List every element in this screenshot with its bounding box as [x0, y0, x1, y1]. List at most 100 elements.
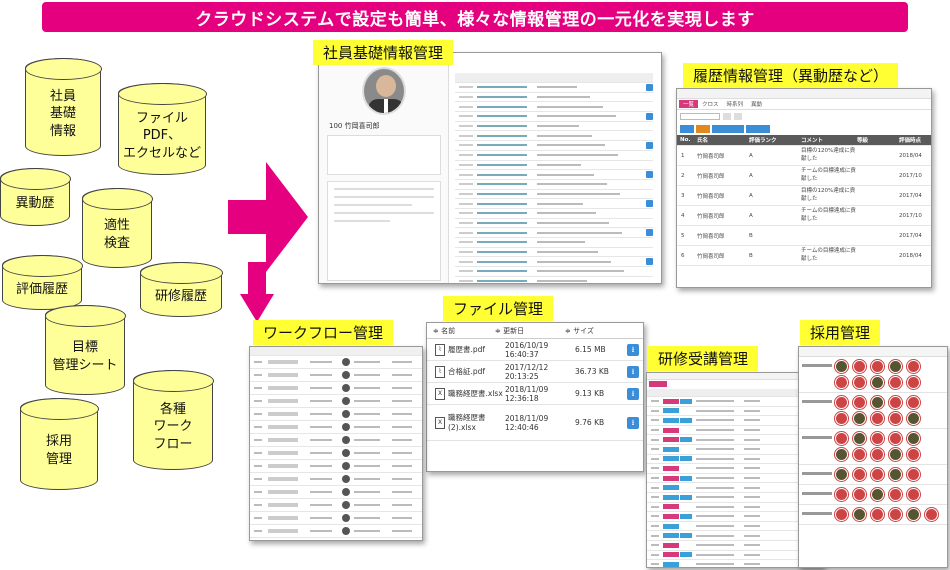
- tab-timeline[interactable]: 時系列: [723, 100, 748, 108]
- candidate-avatar-icon[interactable]: [907, 448, 920, 461]
- candidate-avatar-icon[interactable]: [853, 396, 866, 409]
- history-row: 2 竹岡喜司郎 A チームの目標達成に貢献した 2017/10: [677, 166, 931, 186]
- cylinder-label: ファイル PDF、 エクセルなど: [122, 110, 201, 161]
- file-name[interactable]: 職務経歴書.xlsx: [448, 389, 505, 398]
- file-name[interactable]: 履歴書.pdf: [448, 345, 505, 354]
- candidate-avatar-icon[interactable]: [853, 448, 866, 461]
- candidate-avatar-icon[interactable]: [889, 376, 902, 389]
- candidate-avatar-icon[interactable]: [925, 508, 938, 521]
- candidate-avatar-icon[interactable]: [871, 376, 884, 389]
- recruit-stage: [799, 465, 947, 485]
- candidate-avatar-icon[interactable]: [835, 376, 848, 389]
- candidate-avatar-icon[interactable]: [889, 396, 902, 409]
- candidate-avatar-icon[interactable]: [889, 468, 902, 481]
- tr-tag: [680, 513, 692, 519]
- wf-no: [254, 426, 262, 428]
- field-value: [537, 163, 581, 166]
- file-name[interactable]: 職務経歴書 (2).xlsx: [448, 413, 505, 432]
- candidate-avatar-icon[interactable]: [835, 412, 848, 425]
- candidate-avatar-icon[interactable]: [853, 376, 866, 389]
- candidate-avatar-icon[interactable]: [871, 360, 884, 373]
- file-row[interactable]: X 職務経歴書.xlsx 2018/11/09 12:36:18 9.13 KB ⭳: [427, 383, 643, 405]
- candidate-avatar-icon[interactable]: [853, 360, 866, 373]
- user-avatar: [342, 462, 350, 470]
- download-icon[interactable]: ⭳: [627, 343, 639, 356]
- candidate-avatar-icon[interactable]: [853, 488, 866, 501]
- candidate-avatar-icon[interactable]: [835, 508, 848, 521]
- history-name: 竹岡喜司郎: [697, 193, 725, 200]
- file-updated: 2017/12/12 20:13:25: [505, 362, 549, 381]
- candidate-avatar-icon[interactable]: [871, 396, 884, 409]
- file-row[interactable]: ⌇ 履歴書.pdf 2016/10/19 16:40:37 6.15 MB ⭳: [427, 339, 643, 361]
- recruit-candidate-line: [835, 448, 920, 461]
- candidate-avatar-icon[interactable]: [871, 468, 884, 481]
- tr-tag: [663, 446, 679, 452]
- excel-file-icon: X: [435, 416, 445, 429]
- candidate-avatar-icon[interactable]: [889, 488, 902, 501]
- label-workflow: ワークフロー管理: [253, 320, 394, 345]
- edit-button[interactable]: [646, 112, 653, 120]
- candidate-avatar-icon[interactable]: [907, 412, 920, 425]
- file-row[interactable]: X 職務経歴書 (2).xlsx 2018/11/09 12:40:46 9.76 K…: [427, 405, 643, 441]
- training-row: [647, 407, 823, 417]
- edit-button[interactable]: [646, 200, 653, 208]
- tab-list[interactable]: 一覧: [679, 100, 699, 108]
- candidate-avatar-icon[interactable]: [889, 432, 902, 445]
- file-name[interactable]: 合格証.pdf: [448, 367, 505, 376]
- candidate-avatar-icon[interactable]: [907, 508, 920, 521]
- tab-cross[interactable]: クロス: [698, 100, 723, 108]
- pdf-file-icon: ⌇: [435, 343, 445, 356]
- candidate-avatar-icon[interactable]: [835, 396, 848, 409]
- candidate-avatar-icon[interactable]: [889, 360, 902, 373]
- panel-employee-info: 100 竹岡喜司郎: [318, 52, 662, 284]
- cylinder-files: ファイル PDF、 エクセルなど: [117, 82, 207, 175]
- download-icon[interactable]: ⭳: [627, 387, 639, 400]
- download-icon[interactable]: ⭳: [627, 365, 639, 378]
- wf-type: [310, 374, 332, 376]
- candidate-avatar-icon[interactable]: [871, 448, 884, 461]
- candidate-avatar-icon[interactable]: [871, 432, 884, 445]
- tr-status: [744, 534, 760, 537]
- candidate-avatar-icon[interactable]: [907, 488, 920, 501]
- candidate-avatar-icon[interactable]: [871, 412, 884, 425]
- candidate-avatar-icon[interactable]: [835, 468, 848, 481]
- edit-button[interactable]: [646, 258, 653, 266]
- candidate-avatar-icon[interactable]: [835, 448, 848, 461]
- candidate-avatar-icon[interactable]: [907, 376, 920, 389]
- label-employee-info: 社員基礎情報管理: [313, 40, 454, 65]
- file-row[interactable]: ⌇ 合格証.pdf 2017/12/12 20:13:25 36.73 KB ⭳: [427, 361, 643, 383]
- edit-button[interactable]: [646, 171, 653, 179]
- candidate-avatar-icon[interactable]: [889, 412, 902, 425]
- candidate-avatar-icon[interactable]: [907, 432, 920, 445]
- candidate-avatar-icon[interactable]: [835, 432, 848, 445]
- workflow-row: [250, 356, 422, 369]
- edit-button[interactable]: [646, 83, 653, 91]
- wf-user: [354, 478, 380, 480]
- edit-button[interactable]: [646, 141, 653, 149]
- tab-transfer[interactable]: 異動: [747, 100, 766, 108]
- field-no: [459, 221, 473, 224]
- candidate-avatar-icon[interactable]: [871, 508, 884, 521]
- training-row: [647, 426, 823, 436]
- candidate-avatar-icon[interactable]: [853, 412, 866, 425]
- candidate-avatar-icon[interactable]: [853, 432, 866, 445]
- candidate-avatar-icon[interactable]: [853, 468, 866, 481]
- candidate-avatar-icon[interactable]: [889, 448, 902, 461]
- candidate-avatar-icon[interactable]: [871, 488, 884, 501]
- candidate-avatar-icon[interactable]: [853, 508, 866, 521]
- candidate-avatar-icon[interactable]: [889, 508, 902, 521]
- wf-type: [310, 452, 332, 454]
- wf-type: [310, 413, 332, 415]
- wf-no: [254, 465, 262, 467]
- candidate-avatar-icon[interactable]: [835, 360, 848, 373]
- download-icon[interactable]: ⭳: [627, 416, 639, 429]
- workflow-row: [250, 408, 422, 421]
- tr-status: [744, 457, 760, 460]
- candidate-avatar-icon[interactable]: [907, 468, 920, 481]
- candidate-avatar-icon[interactable]: [907, 396, 920, 409]
- field-label: [477, 212, 527, 215]
- edit-button[interactable]: [646, 229, 653, 237]
- history-no: 3: [681, 192, 685, 199]
- candidate-avatar-icon[interactable]: [907, 360, 920, 373]
- candidate-avatar-icon[interactable]: [835, 488, 848, 501]
